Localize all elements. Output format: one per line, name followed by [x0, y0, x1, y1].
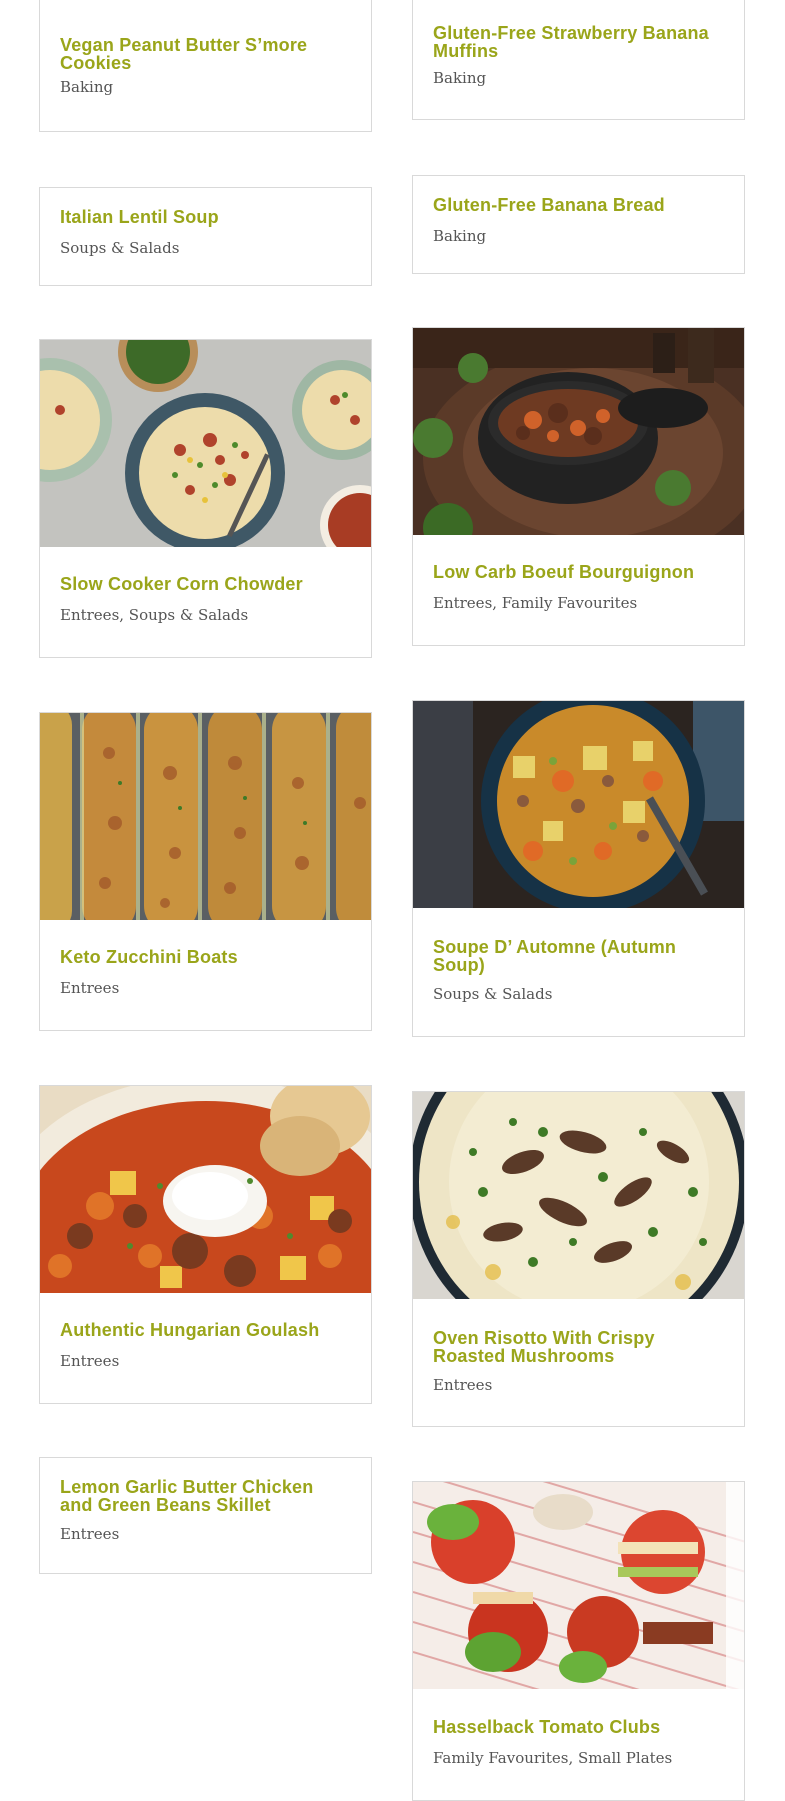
risotto-illustration: [413, 1092, 744, 1299]
tomato-clubs-photo[interactable]: [413, 1482, 744, 1689]
risotto-photo[interactable]: [413, 1092, 744, 1299]
recipe-card[interactable]: Lemon Garlic Butter Chicken and Green Be…: [39, 1457, 372, 1574]
autumn-soup-illustration: [413, 701, 744, 908]
goulash-photo[interactable]: [40, 1086, 371, 1293]
recipe-card[interactable]: Soupe D’ Automne (Autumn Soup) Soups & S…: [412, 700, 745, 1037]
recipe-title[interactable]: Low Carb Boeuf Bourguignon: [433, 563, 723, 581]
recipe-categories[interactable]: Entrees: [433, 1375, 492, 1395]
recipe-title[interactable]: Keto Zucchini Boats: [60, 948, 350, 966]
boeuf-bourguignon-photo[interactable]: [413, 328, 744, 535]
recipe-categories[interactable]: Soups & Salads: [433, 984, 552, 1004]
zucchini-illustration: [40, 713, 371, 920]
recipe-title[interactable]: Hasselback Tomato Clubs: [433, 1718, 723, 1736]
recipe-card[interactable]: Vegan Peanut Butter S’more Cookies Bakin…: [39, 0, 372, 132]
recipe-title[interactable]: Gluten-Free Banana Bread: [433, 196, 723, 214]
recipe-card[interactable]: Oven Risotto With Crispy Roasted Mushroo…: [412, 1091, 745, 1427]
recipe-categories[interactable]: Baking: [433, 226, 486, 246]
recipe-title[interactable]: Soupe D’ Automne (Autumn Soup): [433, 938, 723, 974]
recipe-title[interactable]: Lemon Garlic Butter Chicken and Green Be…: [60, 1478, 350, 1514]
recipe-title[interactable]: Authentic Hungarian Goulash: [60, 1321, 350, 1339]
tomato-clubs-illustration: [413, 1482, 744, 1689]
recipe-card[interactable]: Low Carb Boeuf Bourguignon Entrees, Fami…: [412, 327, 745, 646]
recipe-categories[interactable]: Baking: [433, 68, 486, 88]
recipe-categories[interactable]: Entrees: [60, 1351, 119, 1371]
recipe-card[interactable]: Hasselback Tomato Clubs Family Favourite…: [412, 1481, 745, 1801]
recipe-card[interactable]: Authentic Hungarian Goulash Entrees: [39, 1085, 372, 1404]
bourguignon-illustration: [413, 328, 744, 535]
recipe-categories[interactable]: Soups & Salads: [60, 238, 179, 258]
recipe-categories[interactable]: Entrees: [60, 978, 119, 998]
recipe-card[interactable]: Gluten-Free Banana Bread Baking: [412, 175, 745, 274]
recipe-title[interactable]: Vegan Peanut Butter S’more Cookies: [60, 36, 350, 72]
recipe-title[interactable]: Italian Lentil Soup: [60, 208, 350, 226]
recipe-card[interactable]: Slow Cooker Corn Chowder Entrees, Soups …: [39, 339, 372, 658]
recipe-categories[interactable]: Entrees: [60, 1524, 119, 1544]
chowder-illustration: [40, 340, 371, 547]
recipe-card[interactable]: Italian Lentil Soup Soups & Salads: [39, 187, 372, 286]
zucchini-boats-photo[interactable]: [40, 713, 371, 920]
goulash-illustration: [40, 1086, 371, 1293]
recipe-categories[interactable]: Baking: [60, 77, 113, 97]
recipe-title[interactable]: Slow Cooker Corn Chowder: [60, 575, 350, 593]
corn-chowder-photo[interactable]: [40, 340, 371, 547]
autumn-soup-photo[interactable]: [413, 701, 744, 908]
recipe-card[interactable]: Keto Zucchini Boats Entrees: [39, 712, 372, 1031]
recipe-categories[interactable]: Entrees, Family Favourites: [433, 593, 637, 613]
recipe-categories[interactable]: Family Favourites, Small Plates: [433, 1748, 672, 1768]
recipe-title[interactable]: Gluten-Free Strawberry Banana Muffins: [433, 24, 728, 60]
recipe-categories[interactable]: Entrees, Soups & Salads: [60, 605, 248, 625]
recipe-card[interactable]: Gluten-Free Strawberry Banana Muffins Ba…: [412, 0, 745, 120]
recipe-title[interactable]: Oven Risotto With Crispy Roasted Mushroo…: [433, 1329, 723, 1365]
